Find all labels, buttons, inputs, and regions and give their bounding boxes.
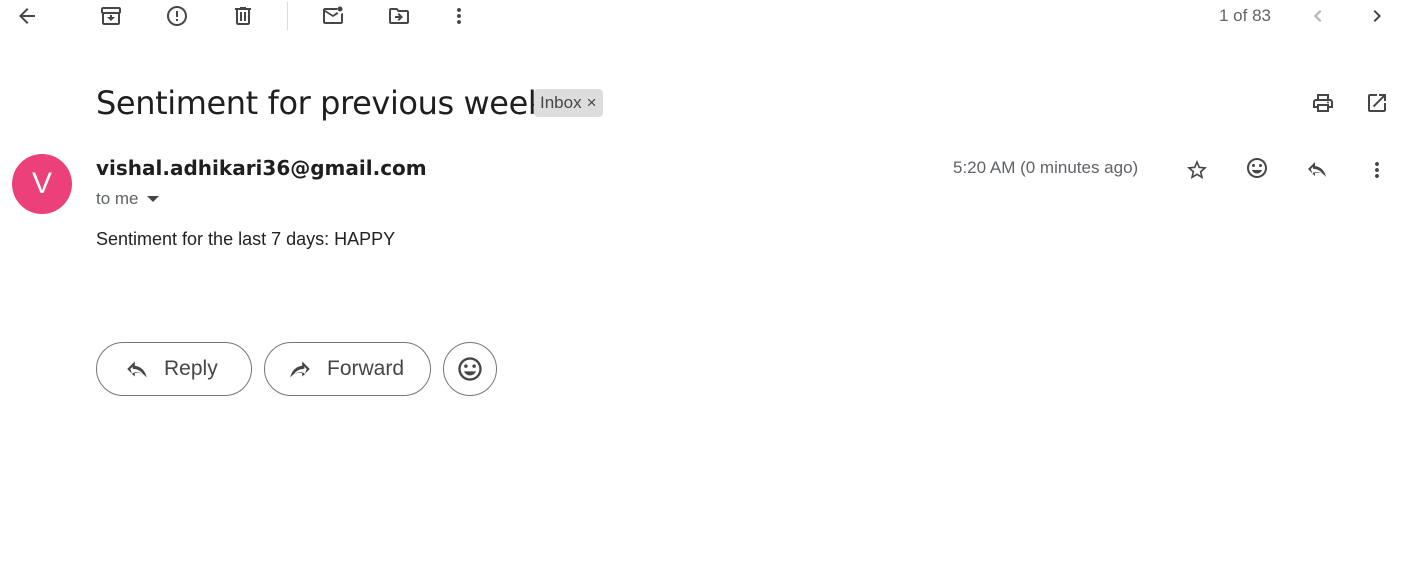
newer-button[interactable] [1298,0,1338,36]
mark-unread-icon [323,6,343,24]
sender-avatar[interactable]: V [12,154,72,214]
emoji-reaction-icon [1247,158,1267,178]
archive-button[interactable] [91,0,131,36]
archive-icon [101,7,121,25]
pager-count: 1 of 83 [1219,6,1271,25]
star-button[interactable] [1177,150,1217,190]
message-body: Sentiment for the last 7 days: HAPPY [96,229,396,249]
reply-icon [127,361,147,378]
add-reaction-button[interactable] [1237,148,1277,188]
more-vertical-icon [457,8,461,24]
message-timestamp: 5:20 AM (0 minutes ago) [953,158,1139,177]
chevron-right-icon [1373,10,1381,22]
message-more-button[interactable] [1357,150,1397,190]
remove-label-button[interactable]: × [587,93,597,113]
mark-unread-button[interactable] [313,0,353,36]
reply-icon-button[interactable] [1297,150,1337,190]
forward-button-label: Forward [327,357,405,380]
more-vertical-icon [1375,162,1379,178]
emoji-reaction-icon [458,357,482,381]
move-to-folder-icon [389,8,409,24]
report-spam-icon [167,6,187,26]
toolbar-more-button[interactable] [439,0,479,36]
forward-button[interactable]: Forward [264,342,431,396]
recipient-details-toggle[interactable]: to me [96,189,159,209]
arrow-back-icon [19,8,35,24]
print-icon [1313,94,1333,112]
open-in-new-icon [1368,94,1386,112]
reply-button-label: Reply [164,357,218,380]
forward-icon [290,361,310,378]
sender-email[interactable]: vishal.adhikari36@gmail.com [96,156,427,180]
report-spam-button[interactable] [157,0,197,36]
delete-button[interactable] [223,0,263,36]
older-button[interactable] [1357,0,1397,36]
email-subject: Sentiment for previous week [96,84,547,122]
open-new-window-button[interactable] [1357,83,1397,123]
reply-icon [1308,162,1326,177]
print-button[interactable] [1303,83,1343,123]
emoji-reaction-button[interactable] [443,342,497,396]
caret-down-icon [146,196,159,202]
star-outline-icon [1187,160,1207,179]
chevron-left-icon [1314,10,1322,22]
back-button[interactable] [7,0,47,36]
toolbar-divider [287,2,288,30]
trash-icon [235,7,251,25]
recipient-text: to me [96,189,139,208]
reply-button[interactable]: Reply [96,342,252,396]
inbox-label-chip[interactable]: Inbox × [534,89,603,117]
move-to-button[interactable] [379,0,419,36]
label-chip-text: Inbox [540,93,582,112]
